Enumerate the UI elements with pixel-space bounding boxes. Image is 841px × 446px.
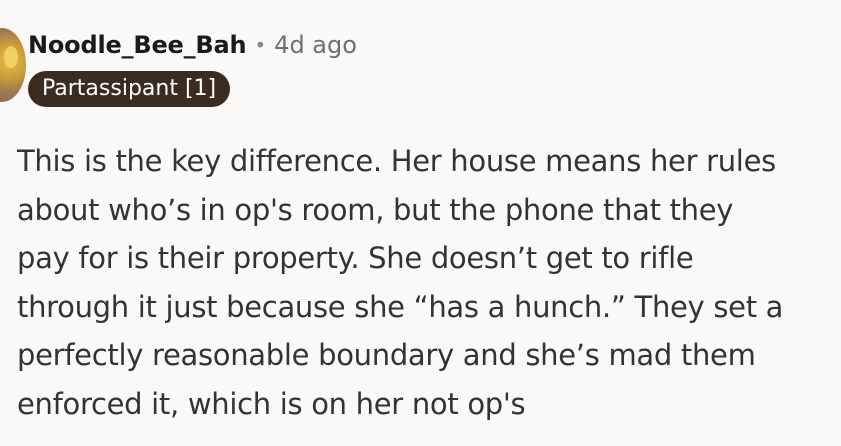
username-link[interactable]: Noodle_Bee_Bah: [28, 31, 247, 59]
comment-line: This is the key difference. Her house me…: [17, 144, 776, 178]
avatar-highlight: [4, 46, 18, 68]
comment-header: Noodle_Bee_Bah • 4d ago: [28, 28, 357, 62]
comment-line: about who’s in op's room, but the phone …: [17, 192, 734, 227]
user-flair-badge: Partassipant [1]: [28, 71, 231, 107]
comment-line: enforced it, which is on her not op's: [17, 386, 526, 421]
comment-line: perfectly reasonable boundary and she’s …: [17, 338, 756, 372]
avatar[interactable]: [0, 28, 26, 102]
separator-dot: •: [254, 33, 267, 57]
comment-body: This is the key difference. Her house me…: [17, 137, 833, 428]
comment-line: pay for is their property. She doesn’t g…: [17, 241, 694, 275]
timestamp[interactable]: 4d ago: [274, 31, 357, 59]
comment-line: through it just because she “has a hunch…: [17, 289, 784, 324]
